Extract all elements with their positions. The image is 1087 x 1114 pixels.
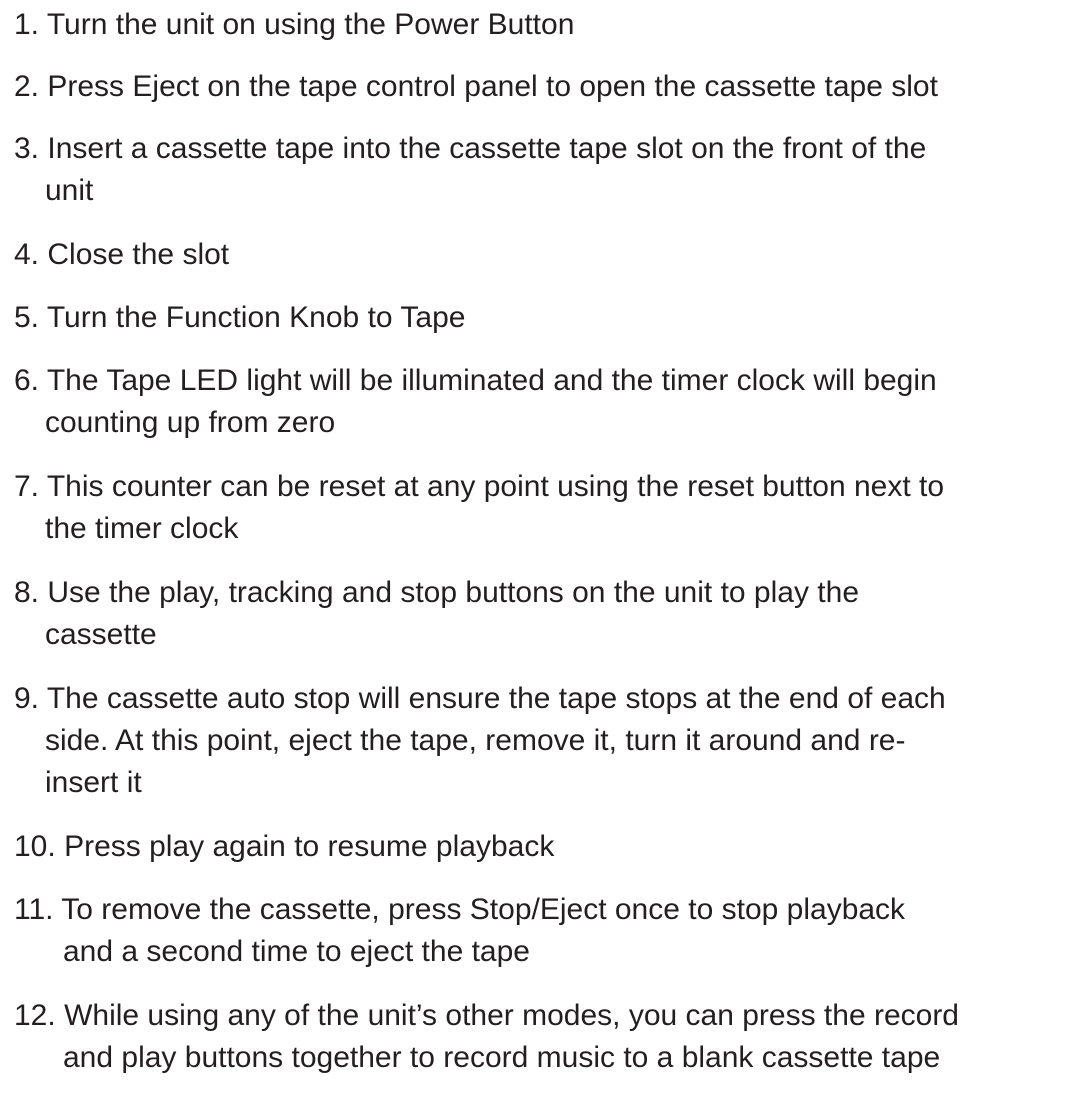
step-text: Insert a cassette tape into the cassette…: [47, 132, 927, 165]
step-text: Press play again to resume playback: [64, 830, 555, 863]
step-1: 1. Turn the unit on using the Power Butt…: [14, 4, 1084, 46]
step-text: Turn the Function Knob to Tape: [46, 301, 466, 334]
step-number: 1.: [14, 8, 40, 41]
step-text-continued: unit: [45, 174, 94, 207]
step-text: Turn the unit on using the Power Button: [46, 8, 575, 41]
step-number: 6.: [14, 364, 40, 397]
step-text: Press Eject on the tape control panel to…: [47, 70, 938, 103]
step-11: 11. To remove the cassette, press Stop/E…: [14, 889, 1084, 973]
step-number: 4.: [14, 238, 40, 271]
step-7: 7. This counter can be reset at any poin…: [14, 466, 1084, 550]
step-6: 6. The Tape LED light will be illuminate…: [14, 360, 1084, 444]
step-number: 8.: [14, 576, 40, 609]
step-text: The Tape LED light will be illuminated a…: [46, 364, 937, 397]
step-number: 2.: [14, 70, 40, 103]
step-number: 7.: [14, 470, 40, 503]
step-text: While using any of the unit’s other mode…: [64, 999, 959, 1032]
step-text-continued: cassette: [45, 618, 157, 651]
step-text-continued: insert it: [45, 766, 142, 799]
step-text: The cassette auto stop will ensure the t…: [46, 682, 946, 715]
step-text-continued: and a second time to eject the tape: [63, 935, 530, 968]
step-number: 12.: [14, 999, 56, 1032]
step-number: 5.: [14, 301, 40, 334]
step-text: Close the slot: [47, 238, 230, 271]
step-text-continued: side. At this point, eject the tape, rem…: [45, 724, 906, 757]
step-12: 12. While using any of the unit’s other …: [14, 995, 1084, 1079]
step-text-continued: and play buttons together to record musi…: [63, 1041, 941, 1074]
step-text: Use the play, tracking and stop buttons …: [47, 576, 860, 609]
step-text: This counter can be reset at any point u…: [46, 470, 945, 503]
step-8: 8. Use the play, tracking and stop butto…: [14, 572, 1084, 656]
step-number: 11.: [14, 893, 54, 926]
step-text-continued: counting up from zero: [45, 406, 336, 439]
step-10: 10. Press play again to resume playback: [14, 826, 1084, 868]
step-text: To remove the cassette, press Stop/Eject…: [61, 893, 906, 926]
step-3: 3. Insert a cassette tape into the casse…: [14, 128, 1084, 212]
step-2: 2. Press Eject on the tape control panel…: [14, 66, 1084, 108]
step-4: 4. Close the slot: [14, 234, 1084, 276]
step-text-continued: the timer clock: [45, 512, 239, 545]
step-9: 9. The cassette auto stop will ensure th…: [14, 678, 1084, 804]
step-number: 3.: [14, 132, 40, 165]
step-5: 5. Turn the Function Knob to Tape: [14, 297, 1084, 339]
step-number: 9.: [14, 682, 40, 715]
step-number: 10.: [14, 830, 56, 863]
